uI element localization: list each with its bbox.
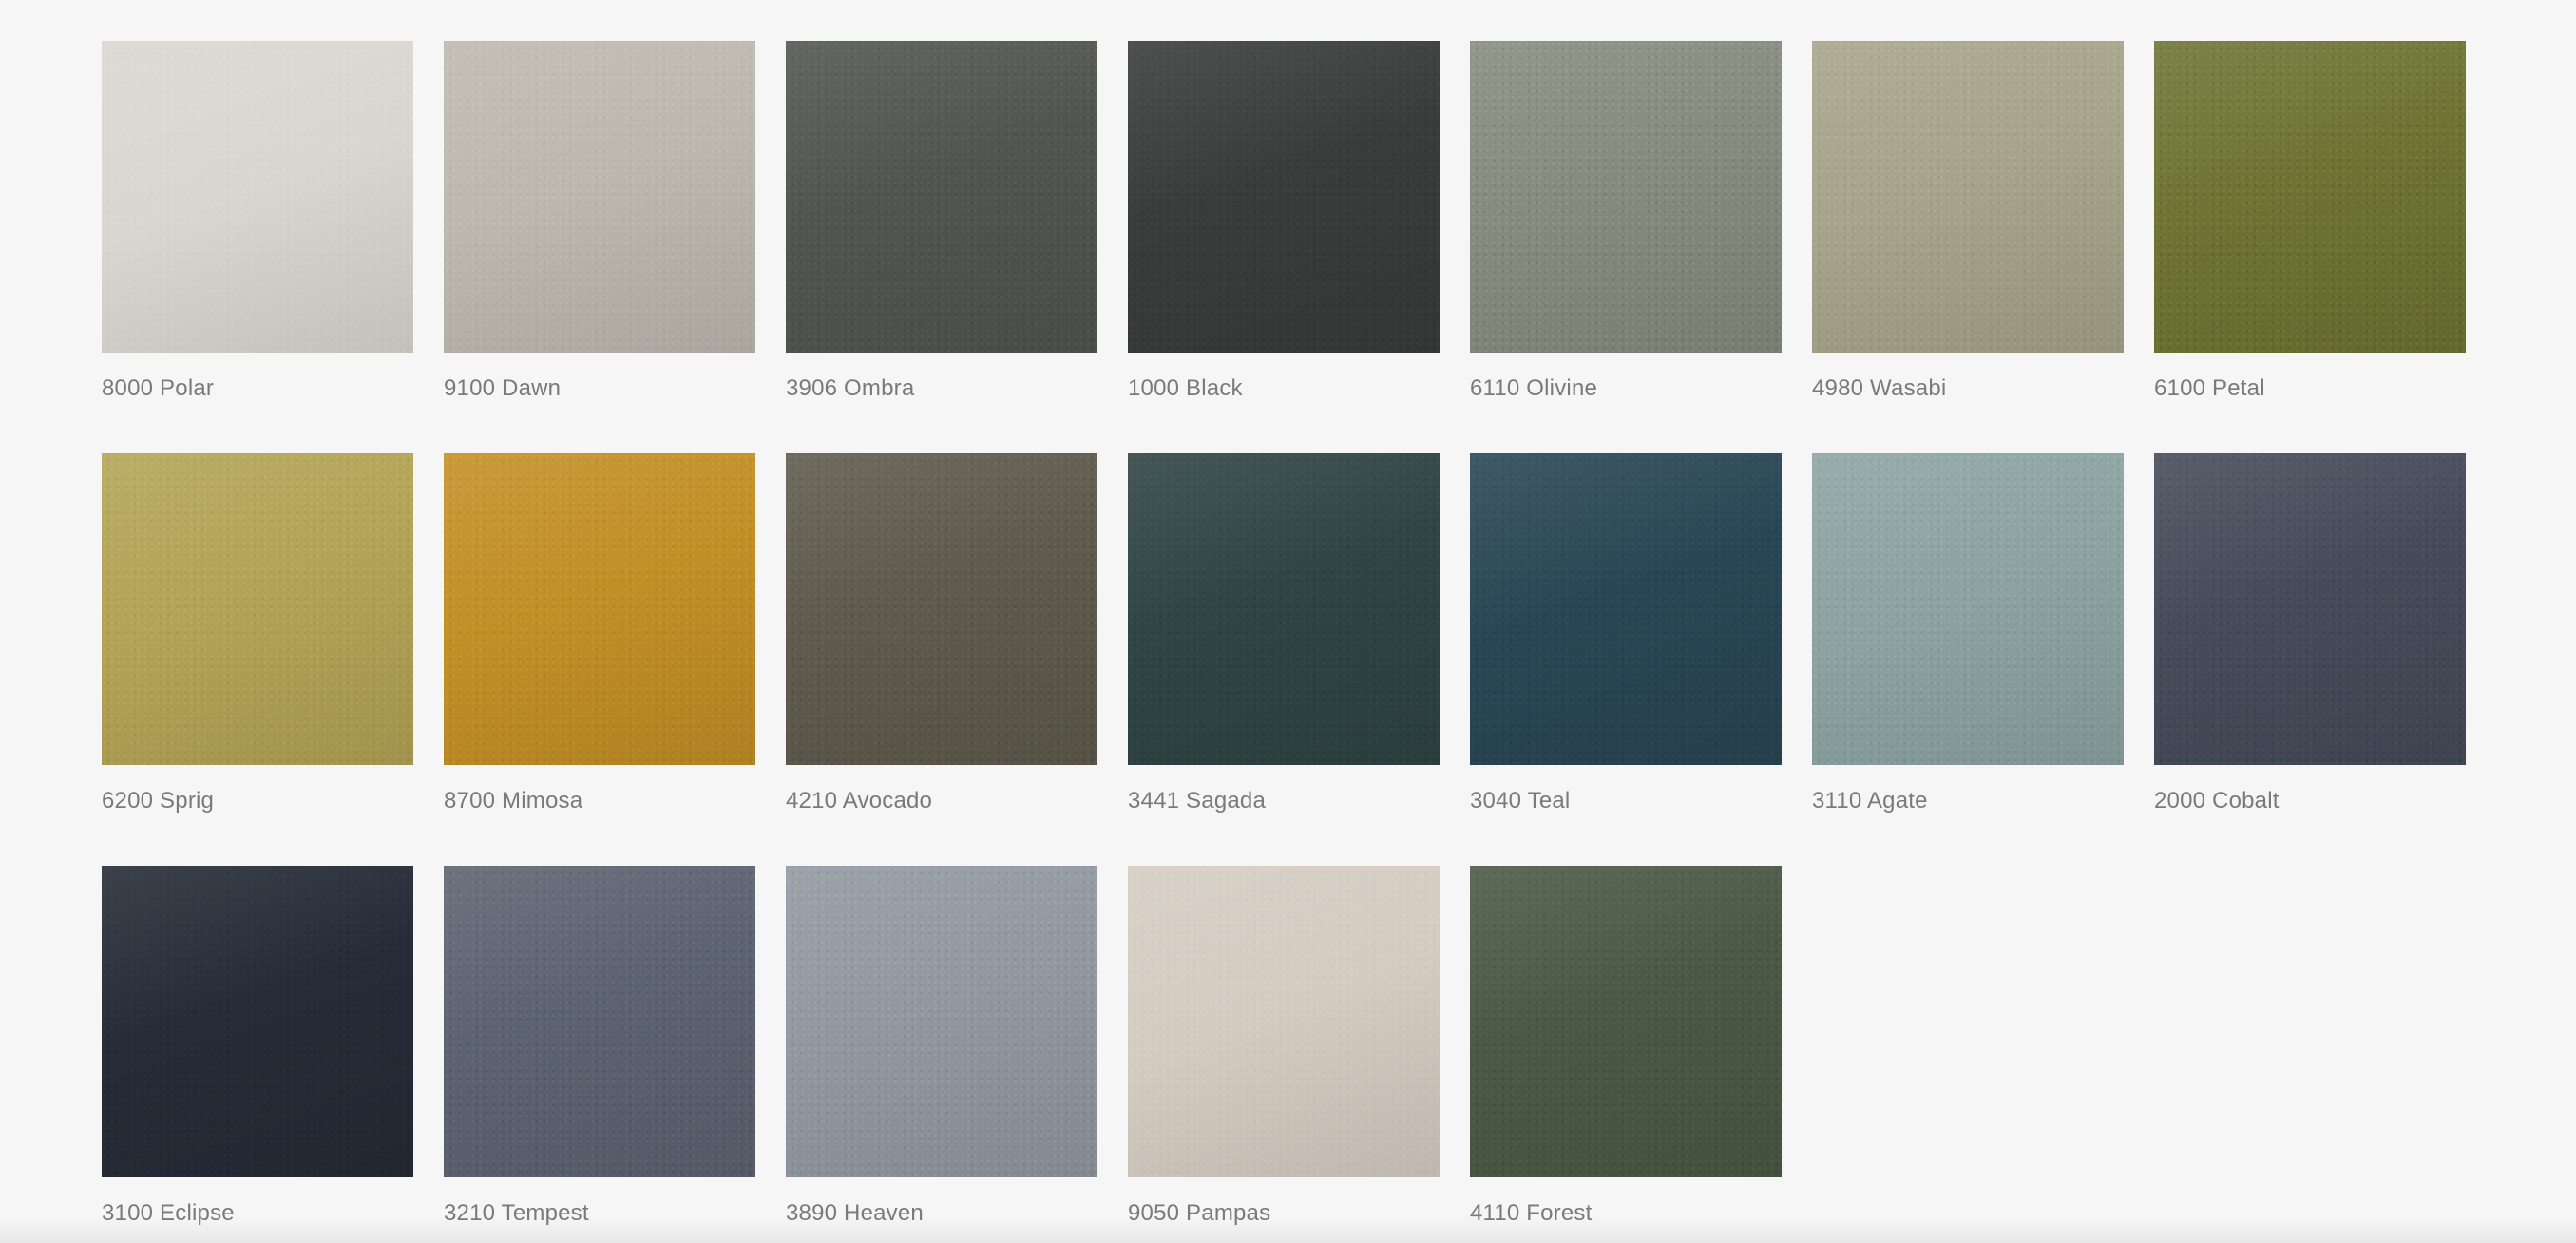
swatch-card-6100-petal[interactable]: 6100 Petal [2154,41,2466,453]
swatch-image[interactable] [1470,41,1782,353]
swatch-label: 1000 Black [1128,375,1243,401]
swatch-card-4110-forest[interactable]: 4110 Forest [1470,866,1782,1243]
swatch-label: 6110 Olivine [1470,375,1598,401]
swatch-label: 3040 Teal [1470,788,1571,813]
swatch-label: 8700 Mimosa [444,788,583,813]
swatch-card-8000-polar[interactable]: 8000 Polar [102,41,413,453]
swatch-image[interactable] [1812,41,2124,353]
swatch-image[interactable] [102,453,413,765]
swatch-label: 2000 Cobalt [2154,788,2280,813]
swatch-image[interactable] [1470,866,1782,1177]
swatch-card-8700-mimosa[interactable]: 8700 Mimosa [444,453,755,866]
swatch-image[interactable] [1128,453,1440,765]
swatch-image[interactable] [2154,41,2466,353]
swatch-card-9050-pampas[interactable]: 9050 Pampas [1128,866,1440,1243]
swatch-card-3210-tempest[interactable]: 3210 Tempest [444,866,755,1243]
swatch-label: 3100 Eclipse [102,1200,235,1226]
swatch-card-3040-teal[interactable]: 3040 Teal [1470,453,1782,866]
swatch-label: 3441 Sagada [1128,788,1267,813]
swatch-label: 4980 Wasabi [1812,375,1947,401]
swatch-card-9100-dawn[interactable]: 9100 Dawn [444,41,755,453]
swatch-card-6110-olivine[interactable]: 6110 Olivine [1470,41,1782,453]
swatch-image[interactable] [2154,453,2466,765]
swatch-card-2000-cobalt[interactable]: 2000 Cobalt [2154,453,2466,866]
swatch-label: 4110 Forest [1470,1200,1593,1226]
swatch-image[interactable] [102,866,413,1177]
swatch-image[interactable] [786,866,1097,1177]
swatch-label: 9100 Dawn [444,375,562,401]
swatch-label: 8000 Polar [102,375,215,401]
swatch-card-3110-agate[interactable]: 3110 Agate [1812,453,2124,866]
swatch-image[interactable] [1128,41,1440,353]
swatch-label: 3890 Heaven [786,1200,924,1226]
swatch-card-3890-heaven[interactable]: 3890 Heaven [786,866,1097,1243]
swatch-card-4980-wasabi[interactable]: 4980 Wasabi [1812,41,2124,453]
swatch-image[interactable] [102,41,413,353]
swatch-grid: 8000 Polar 9100 Dawn 3906 Ombra 1000 Bla… [102,41,2466,1243]
swatch-image[interactable] [444,41,755,353]
swatch-label: 3906 Ombra [786,375,915,401]
swatch-card-3906-ombra[interactable]: 3906 Ombra [786,41,1097,453]
swatch-image[interactable] [786,453,1097,765]
swatch-image[interactable] [786,41,1097,353]
swatch-image[interactable] [1128,866,1440,1177]
swatch-label: 6100 Petal [2154,375,2265,401]
swatch-label: 9050 Pampas [1128,1200,1271,1226]
swatch-card-6200-sprig[interactable]: 6200 Sprig [102,453,413,866]
swatch-image[interactable] [1470,453,1782,765]
swatch-card-4210-avocado[interactable]: 4210 Avocado [786,453,1097,866]
swatch-card-3100-eclipse[interactable]: 3100 Eclipse [102,866,413,1243]
swatch-image[interactable] [1812,453,2124,765]
swatch-image[interactable] [444,866,755,1177]
swatch-label: 6200 Sprig [102,788,215,813]
swatch-label: 3110 Agate [1812,788,1928,813]
swatch-label: 3210 Tempest [444,1200,589,1226]
swatch-label: 4210 Avocado [786,788,933,813]
swatch-card-3441-sagada[interactable]: 3441 Sagada [1128,453,1440,866]
swatch-image[interactable] [444,453,755,765]
swatch-card-1000-black[interactable]: 1000 Black [1128,41,1440,453]
